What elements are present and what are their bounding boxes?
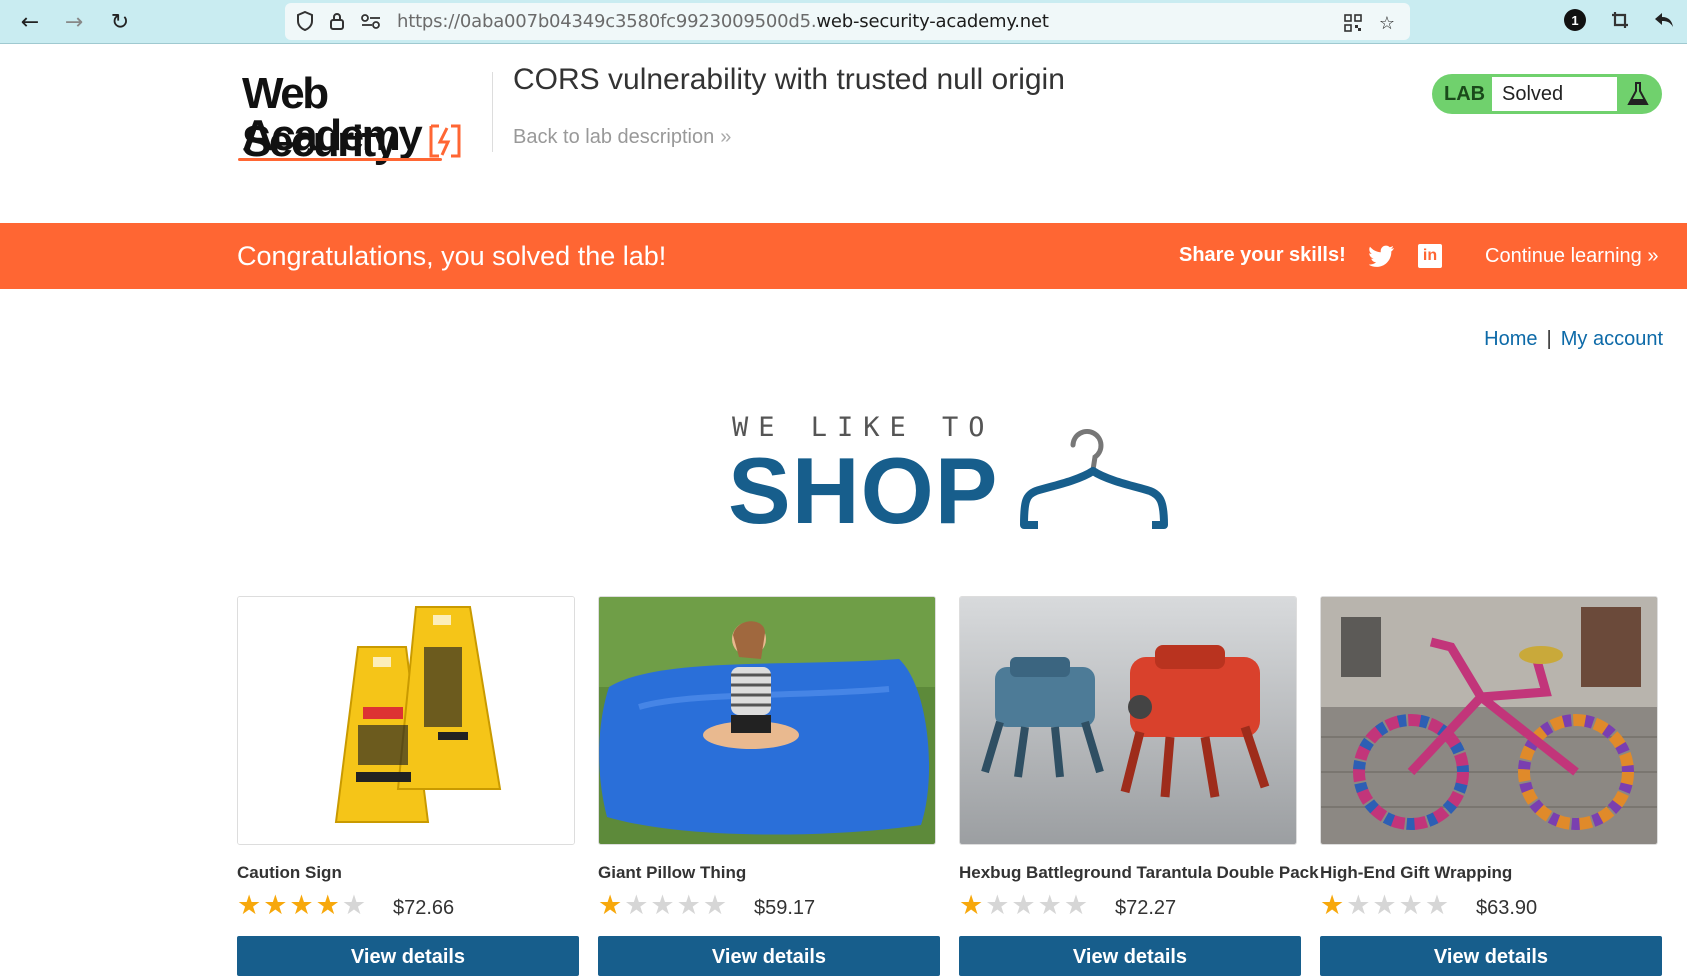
nav-separator: | — [1546, 328, 1552, 350]
notification-badge[interactable]: 1 — [1564, 9, 1586, 31]
view-details-button[interactable]: View details — [959, 936, 1301, 976]
reply-arrow-icon[interactable] — [1652, 8, 1676, 32]
site-permissions-icon[interactable] — [361, 11, 381, 31]
academy-header: Web Security Academy CORS vulnerability … — [0, 44, 1687, 223]
lab-title: CORS vulnerability with trusted null ori… — [513, 63, 1065, 96]
continue-learning-link[interactable]: Continue learning » — [1485, 245, 1658, 268]
view-details-button[interactable]: View details — [598, 936, 940, 976]
back-link-label: Back to lab description — [513, 126, 715, 148]
product-image-giant-pillow[interactable] — [598, 596, 936, 845]
lightning-bolt-icon — [429, 124, 461, 158]
product-image-hexbug-tarantula[interactable] — [959, 596, 1297, 845]
forward-arrow-icon[interactable]: → — [58, 6, 90, 38]
product-name: Caution Sign — [237, 863, 342, 882]
back-to-lab-link[interactable]: Back to lab description» — [513, 126, 731, 149]
product-rating: ★★★★★ — [598, 890, 730, 921]
logo-line2: Academy — [242, 111, 423, 160]
product-name: High-End Gift Wrapping — [1320, 863, 1513, 882]
product-price: $59.17 — [754, 897, 816, 919]
top-navigation: Home | My account — [1484, 328, 1663, 351]
lock-icon[interactable] — [327, 11, 347, 31]
address-bar[interactable]: https://0aba007b04349c3580fc9923009500d5… — [285, 3, 1410, 40]
qr-code-icon[interactable] — [1341, 11, 1365, 35]
view-details-button[interactable]: View details — [237, 936, 579, 976]
product-price: $72.27 — [1115, 897, 1177, 919]
lab-status-widget: LAB Solved — [1432, 74, 1662, 114]
header-divider — [492, 72, 493, 152]
reload-icon[interactable]: ↻ — [104, 6, 136, 38]
share-skills-label: Share your skills! — [1179, 244, 1346, 266]
product-image-gift-wrapping[interactable] — [1320, 596, 1658, 845]
lab-status-text: Solved — [1492, 77, 1617, 111]
flask-icon — [1627, 82, 1649, 105]
browser-toolbar: ← → ↻ https://0aba007b04349c3580fc992300… — [0, 0, 1687, 44]
congratulations-banner: Congratulations, you solved the lab! Sha… — [0, 223, 1687, 289]
view-details-button[interactable]: View details — [1320, 936, 1662, 976]
home-link[interactable]: Home — [1484, 328, 1537, 350]
crop-icon[interactable] — [1608, 8, 1632, 32]
product-rating: ★★★★★ — [959, 890, 1091, 921]
product-image-caution-sign[interactable] — [237, 596, 575, 845]
double-chevron-right-icon: » — [720, 126, 732, 148]
clothes-hanger-icon — [1020, 429, 1168, 529]
product-name: Hexbug Battleground Tarantula Double Pac… — [959, 863, 1319, 882]
hero-title: SHOP — [728, 438, 999, 543]
linkedin-icon[interactable]: in — [1418, 244, 1442, 268]
product-rating: ★★★★★ — [237, 890, 369, 921]
product-name: Giant Pillow Thing — [598, 863, 747, 882]
congrats-message: Congratulations, you solved the lab! — [237, 241, 667, 271]
product-price: $72.66 — [393, 897, 455, 919]
bookmark-star-icon[interactable]: ☆ — [1375, 11, 1399, 35]
product-price: $63.90 — [1476, 897, 1538, 919]
web-security-academy-logo[interactable]: Web Security Academy — [238, 70, 488, 170]
twitter-icon[interactable] — [1369, 244, 1395, 268]
url-text[interactable]: https://0aba007b04349c3580fc9923009500d5… — [397, 11, 1049, 32]
double-chevron-right-icon: » — [1641, 245, 1659, 267]
lab-badge: LAB — [1444, 83, 1486, 105]
continue-learning-label: Continue learning — [1485, 245, 1642, 267]
logo-underline — [238, 158, 442, 161]
back-arrow-icon[interactable]: ← — [14, 6, 46, 38]
product-rating: ★★★★★ — [1320, 890, 1452, 921]
shield-icon[interactable] — [295, 11, 315, 31]
my-account-link[interactable]: My account — [1561, 328, 1663, 350]
url-host: web-security-academy.net — [816, 11, 1049, 32]
url-prefix: https://0aba007b04349c3580fc9923009500d5… — [397, 11, 817, 32]
